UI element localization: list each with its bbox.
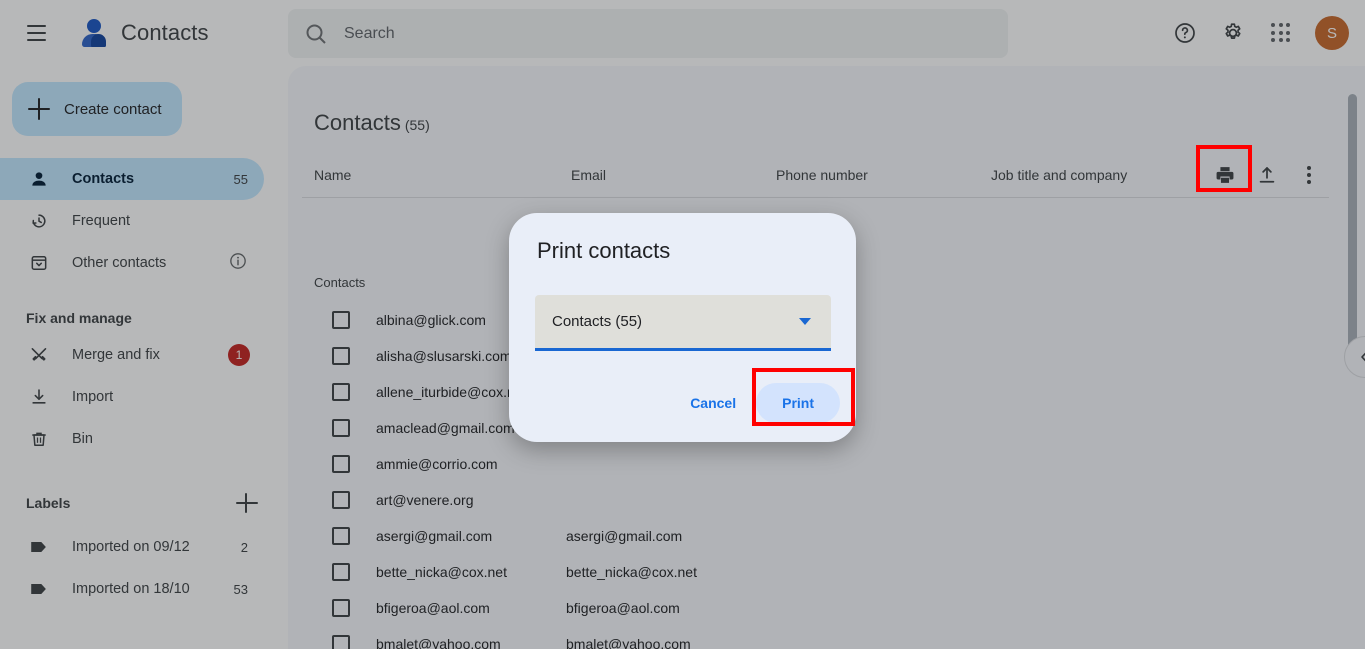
print-scope-select[interactable]: Contacts (55) [535, 295, 831, 351]
dialog-actions: Cancel Print [676, 383, 840, 423]
print-contacts-dialog: Print contacts Contacts (55) Cancel Prin… [509, 213, 856, 442]
print-scope-selected-value: Contacts (55) [552, 313, 643, 330]
contacts-app-window: Contacts Search S Create contact Contact… [0, 0, 1365, 649]
print-button[interactable]: Print [756, 383, 840, 423]
dialog-title: Print contacts [537, 238, 671, 263]
chevron-down-icon [799, 318, 811, 325]
cancel-button[interactable]: Cancel [676, 385, 750, 421]
